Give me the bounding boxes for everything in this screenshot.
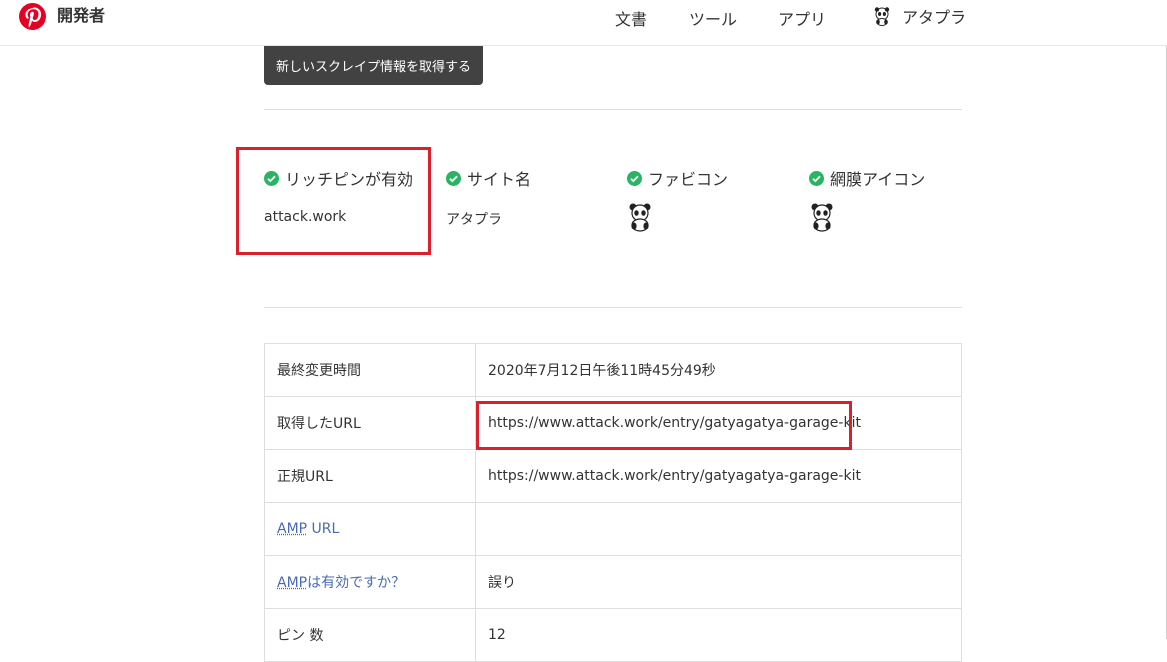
status-site-name: サイト名 アタプラ	[446, 164, 531, 229]
table-row: AMP URL	[265, 503, 962, 556]
row-key: 最終変更時間	[265, 344, 476, 397]
highlight-box-fetched-url	[476, 401, 852, 450]
account-name: アタプラ	[902, 4, 966, 28]
nav-tools[interactable]: ツール	[689, 6, 737, 30]
panda-avatar-icon	[872, 6, 892, 26]
row-value: 2020年7月12日午後11時45分49秒	[476, 344, 962, 397]
brand[interactable]: 開発者	[19, 3, 105, 30]
check-circle-icon	[446, 171, 461, 186]
divider	[264, 307, 962, 308]
check-circle-icon	[627, 171, 642, 186]
status-label: ファビコン	[648, 166, 728, 190]
status-retina-icon: 網膜アイコン	[809, 164, 925, 236]
divider	[264, 109, 962, 110]
nav-account[interactable]: アタプラ	[872, 4, 966, 28]
table-row: ピン 数 12	[265, 609, 962, 662]
brand-name: 開発者	[57, 2, 105, 26]
amp-abbr-link[interactable]: AMP	[277, 521, 307, 537]
row-key-rest[interactable]: URL	[307, 521, 339, 537]
amp-abbr-link[interactable]: AMP	[277, 575, 307, 591]
row-value: 誤り	[476, 556, 962, 609]
status-favicon: ファビコン	[627, 164, 728, 236]
panda-retina-icon	[809, 202, 835, 232]
table-row: 正規URL https://www.attack.work/entry/gaty…	[265, 450, 962, 503]
check-circle-icon	[809, 171, 824, 186]
status-label: 網膜アイコン	[830, 166, 925, 190]
panda-favicon-icon	[627, 202, 653, 232]
table-row: 最終変更時間 2020年7月12日午後11時45分49秒	[265, 344, 962, 397]
row-key: 正規URL	[265, 450, 476, 503]
nav-apps[interactable]: アプリ	[778, 6, 826, 30]
status-value: アタプラ	[446, 209, 531, 229]
status-label: サイト名	[467, 166, 531, 190]
nav-docs[interactable]: 文書	[615, 6, 647, 30]
row-key-link[interactable]: AMP URL	[265, 503, 476, 556]
table-row: AMPは有効ですか？ 誤り	[265, 556, 962, 609]
row-value	[476, 503, 962, 556]
row-key: ピン 数	[265, 609, 476, 662]
row-value: 12	[476, 609, 962, 662]
fetch-new-scrape-button[interactable]: 新しいスクレイプ情報を取得する	[264, 46, 483, 85]
row-value: https://www.attack.work/entry/gatyagatya…	[476, 450, 962, 503]
scrape-info-table: 最終変更時間 2020年7月12日午後11時45分49秒 取得したURL htt…	[264, 343, 962, 662]
row-key-rest[interactable]: は有効ですか？	[307, 575, 405, 591]
highlight-box-rich-pin	[236, 147, 431, 255]
row-key: 取得したURL	[265, 397, 476, 450]
pinterest-logo-icon	[19, 3, 46, 30]
top-navigation-bar: 開発者 文書 ツール アプリ アタプラ	[0, 0, 1167, 46]
row-key-link[interactable]: AMPは有効ですか？	[265, 556, 476, 609]
